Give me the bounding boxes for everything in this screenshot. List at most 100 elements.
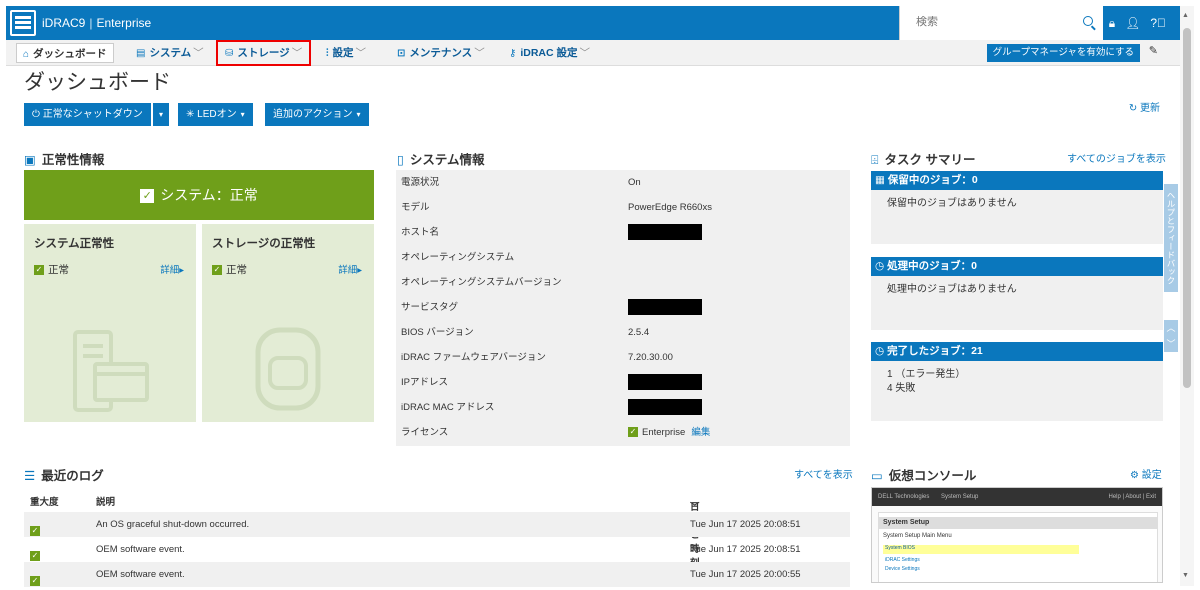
more-actions-label: 追加のアクション — [273, 109, 353, 120]
virtual-console-label: 仮想コンソール — [888, 469, 977, 483]
led-on-button[interactable]: ✳ LEDオン ▾ — [178, 103, 253, 126]
nav-settings[interactable]: ⫶ 設定 ﹀ — [320, 43, 372, 63]
clock-icon: ◷ — [875, 260, 888, 272]
console-settings-link[interactable]: ⚙ 設定 — [1130, 466, 1162, 481]
chevron-down-icon: ﹀ — [355, 47, 367, 59]
sysinfo-label: 電源状況 — [401, 177, 440, 188]
virtual-console-preview[interactable]: DELL Technologies System Setup Help | Ab… — [871, 487, 1163, 583]
running-jobs-label: 処理中のジョブ：0 — [887, 260, 977, 272]
help-feedback-tab[interactable]: ヘルプとフィードバック — [1164, 184, 1178, 292]
scroll-down-icon[interactable]: ▼ — [1182, 572, 1189, 579]
nav-system[interactable]: ▤ システム ﹀ — [130, 43, 210, 63]
system-health-status-label: 正常 — [48, 264, 69, 276]
completed-jobs-header[interactable]: ◷ 完了したジョブ：21 — [871, 342, 1163, 361]
scroll-up-icon[interactable]: ▲ — [1182, 12, 1189, 19]
home-icon: ⌂ — [23, 49, 30, 60]
sysinfo-row: iDRAC ファームウェアバージョン 7.20.30.00 — [396, 345, 850, 370]
sysinfo-label: オペレーティングシステム — [401, 252, 515, 263]
nav-dashboard[interactable]: ⌂ ダッシュボード — [16, 43, 114, 63]
view-all-jobs-link[interactable]: すべてのジョブを表示 — [1067, 150, 1166, 165]
idrac-logo-icon — [10, 10, 36, 36]
column-description[interactable]: 説明 — [96, 494, 115, 508]
led-on-label: LEDオン — [197, 109, 237, 120]
more-actions-button[interactable]: 追加のアクション ▾ — [265, 103, 369, 126]
view-all-logs-link[interactable]: すべてを表示 — [794, 466, 853, 481]
console-app: System Setup — [941, 494, 979, 500]
refresh-icon: ↻ — [1128, 103, 1140, 114]
chevron-down-icon: ﹀ — [579, 47, 591, 59]
side-scroll-arrows: ︿ ﹀ — [1164, 320, 1178, 352]
sysinfo-value: 7.20.30.00 — [628, 352, 673, 363]
console-menu-item: iDRAC Settings — [885, 557, 920, 563]
main-nav: ⌂ ダッシュボード ▤ システム ﹀ ⛁ ストレージ ﹀ ⫶ 設定 ﹀ ⊡ メンテナンス ﹀ ⚷ i… — [6, 40, 1180, 66]
nav-idrac-settings[interactable]: ⚷ iDRAC 設定 ﹀ — [503, 43, 596, 63]
nav-maintenance[interactable]: ⊡ メンテナンス ﹀ — [391, 43, 491, 63]
system-health-details-label: 詳細 — [160, 265, 180, 276]
storage-health-status-row: ✓ 正常 — [212, 262, 247, 277]
list-icon: ☰ — [24, 469, 36, 483]
help-icon[interactable]: ?⃝ — [1150, 16, 1166, 31]
page-scrollbar[interactable]: ▲ ▼ — [1180, 6, 1194, 586]
graceful-shutdown-label: 正常なシャットダウン — [42, 109, 143, 120]
running-jobs-header[interactable]: ◷ 処理中のジョブ：0 — [871, 257, 1163, 276]
refresh-button[interactable]: ↻ 更新 — [1129, 99, 1160, 114]
group-manager-button[interactable]: グループマネージャを有効にする — [986, 44, 1140, 62]
document-icon: ▯ — [397, 153, 404, 167]
system-health-card-title: システム正常性 — [34, 238, 115, 250]
caret-right-icon: ▸ — [357, 265, 362, 276]
sysinfo-label: iDRAC ファームウェアバージョン — [401, 352, 546, 363]
scroll-thumb[interactable] — [1183, 28, 1191, 388]
health-list-icon: ▣ — [24, 153, 36, 167]
pending-jobs-header[interactable]: ▦ 保留中のジョブ：0 — [871, 171, 1163, 190]
chevron-up-icon[interactable]: ︿ — [1164, 320, 1178, 336]
pin-icon[interactable]: ✎ — [1149, 44, 1158, 57]
console-menu-item: System BIOS — [883, 545, 1079, 554]
health-section-title: ▣ 正常性情報 — [24, 149, 104, 168]
column-severity[interactable]: 重大度 — [30, 494, 59, 508]
user-icon[interactable]: 👤︎ — [1125, 16, 1140, 31]
log-row[interactable]: ✓ OEM software event. Tue Jun 17 2025 20… — [24, 537, 850, 562]
check-icon: ✓ — [140, 189, 155, 204]
task-summary-title: ⌹ タスク サマリー — [871, 149, 976, 168]
sliders-icon: ⫶ — [326, 48, 329, 59]
lock-icon[interactable]: 🔒︎ — [1109, 16, 1115, 31]
log-description: OEM software event. — [96, 569, 185, 580]
console-preview-panel: System Setup System Setup Main Menu Syst… — [878, 512, 1158, 582]
database-watermark-icon — [255, 327, 321, 411]
app-edition: Enterprise — [96, 16, 152, 30]
log-row[interactable]: ✓ An OS graceful shut-down occurred. Tue… — [24, 512, 850, 537]
system-health-banner: ✓ システム：正常 — [24, 170, 374, 220]
sysinfo-section-title: ▯ システム情報 — [397, 149, 485, 168]
sysinfo-title-label: システム情報 — [409, 153, 485, 167]
nav-storage[interactable]: ⛁ ストレージ ﹀ — [215, 40, 312, 66]
redacted-value — [628, 295, 702, 320]
graceful-shutdown-button[interactable]: ⏻ 正常なシャットダウン — [24, 103, 151, 126]
log-row[interactable]: ✓ OEM software event. Tue Jun 17 2025 20… — [24, 562, 850, 587]
nav-system-label: システム — [149, 47, 192, 59]
check-icon: ✓ — [628, 427, 638, 438]
storage-health-details-link[interactable]: 詳細▸ — [338, 262, 362, 276]
power-dropdown-button[interactable]: ▾ — [153, 103, 170, 126]
maintenance-icon: ⊡ — [397, 48, 406, 59]
sysinfo-row: BIOS バージョン 2.5.4 — [396, 320, 850, 345]
storage-health-card-title: ストレージの正常性 — [212, 238, 316, 250]
completed-jobs-failed: 4 失敗 — [887, 383, 916, 394]
pending-jobs-body: 保留中のジョブはありません — [871, 190, 1163, 244]
nav-idrac-settings-label: iDRAC 設定 — [520, 47, 578, 59]
chevron-down-icon[interactable]: ﹀ — [1164, 336, 1178, 352]
nav-settings-label: 設定 — [332, 47, 354, 59]
nav-storage-label: ストレージ — [237, 47, 290, 59]
redacted-value — [628, 220, 702, 245]
system-health-card: システム正常性 ✓ 正常 詳細▸ — [24, 224, 196, 422]
sysinfo-label: サービスタグ — [401, 302, 459, 313]
sysinfo-label: iDRAC MAC アドレス — [401, 402, 495, 413]
sysinfo-row: サービスタグ — [396, 295, 850, 320]
sysinfo-label: ホスト名 — [401, 227, 440, 238]
license-edit-link[interactable]: 編集 — [691, 427, 710, 438]
search-input[interactable] — [916, 16, 1076, 28]
sysinfo-value: PowerEdge R660xs — [628, 202, 712, 213]
search-icon[interactable] — [1083, 16, 1093, 26]
log-datetime: Tue Jun 17 2025 20:00:55 — [690, 569, 801, 580]
caret-right-icon: ▸ — [179, 265, 184, 276]
system-health-details-link[interactable]: 詳細▸ — [160, 262, 184, 276]
